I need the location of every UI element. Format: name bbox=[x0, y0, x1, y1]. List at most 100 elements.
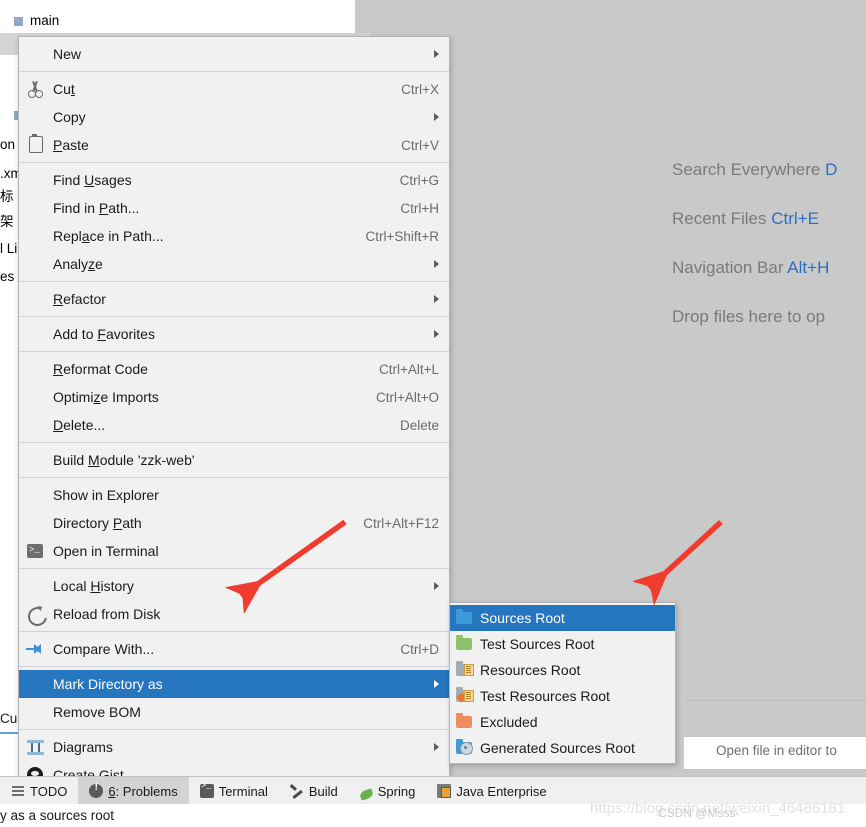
submenu-chevron-icon bbox=[434, 680, 439, 688]
menu-item-label: Copy bbox=[53, 109, 86, 125]
menu-item-label: Find in Path... bbox=[53, 200, 140, 216]
menu-item-local-history[interactable]: Local History bbox=[19, 572, 449, 600]
submenu-item-resources-root[interactable]: Resources Root bbox=[450, 657, 675, 683]
menu-item-find-in-path[interactable]: Find in Path... Ctrl+H bbox=[19, 194, 449, 222]
menu-item-icon-slot bbox=[19, 603, 53, 630]
menu-item-icon-slot bbox=[19, 358, 53, 380]
menu-item-label: Paste bbox=[53, 137, 89, 153]
build-hammer-icon bbox=[290, 784, 304, 798]
menu-item-remove-bom[interactable]: Remove BOM bbox=[19, 698, 449, 726]
menu-item-icon-slot bbox=[19, 736, 53, 758]
menu-item-open-in-terminal[interactable]: Open in Terminal bbox=[19, 537, 449, 565]
submenu-item-label: Resources Root bbox=[480, 662, 581, 678]
menu-item-label: Show in Explorer bbox=[53, 487, 159, 503]
menu-item-optimize-imports[interactable]: Optimize Imports Ctrl+Alt+O bbox=[19, 383, 449, 411]
folder-gray-diamond-lines-icon bbox=[450, 686, 480, 706]
editor-hint-text: Search Everywhere bbox=[672, 160, 826, 179]
tool-window-button-label: Terminal bbox=[218, 783, 268, 799]
java-enterprise-icon bbox=[437, 784, 452, 798]
menu-item-cut[interactable]: Cut Ctrl+X bbox=[19, 75, 449, 103]
tool-window-button-todo[interactable]: TODO bbox=[0, 777, 78, 805]
menu-separator bbox=[19, 568, 449, 569]
screenshot-root: mainjrcton.xm标架l Lies Search Everywhere … bbox=[0, 0, 866, 827]
menu-item-copy[interactable]: Copy bbox=[19, 103, 449, 131]
open-file-hint-text: Open file in editor to bbox=[716, 743, 837, 758]
tool-window-button-terminal[interactable]: Terminal bbox=[189, 777, 279, 805]
submenu-item-test-resources-root[interactable]: Test Resources Root bbox=[450, 683, 675, 709]
menu-item-compare-with[interactable]: Compare With... Ctrl+D bbox=[19, 635, 449, 663]
menu-item-replace-in-path[interactable]: Replace in Path... Ctrl+Shift+R bbox=[19, 222, 449, 250]
menu-item-label: Reformat Code bbox=[53, 361, 148, 377]
folder-green-icon bbox=[450, 634, 480, 654]
editor-placeholder-hints: Search Everywhere D Recent Files Ctrl+E Na… bbox=[672, 160, 866, 356]
menu-item-find-usages[interactable]: Find Usages Ctrl+G bbox=[19, 166, 449, 194]
tool-window-button-build[interactable]: Build bbox=[279, 777, 349, 805]
context-menu[interactable]: New Cut Ctrl+X Copy Paste Ctrl+V Find Usages Ct… bbox=[18, 36, 450, 827]
menu-item-label: Delete... bbox=[53, 417, 106, 433]
menu-item-directory-path[interactable]: Directory Path Ctrl+Alt+F12 bbox=[19, 509, 449, 537]
menu-item-paste[interactable]: Paste Ctrl+V bbox=[19, 131, 449, 159]
menu-item-new[interactable]: New bbox=[19, 40, 449, 68]
submenu-chevron-icon bbox=[434, 582, 439, 590]
menu-item-analyze[interactable]: Analyze bbox=[19, 250, 449, 278]
submenu-chevron-icon bbox=[434, 295, 439, 303]
menu-item-icon-slot bbox=[19, 288, 53, 310]
editor-hint-line: Search Everywhere D bbox=[672, 160, 866, 180]
editor-hint-shortcut: Alt+H bbox=[787, 258, 830, 277]
editor-hint-line: Navigation Bar Alt+H bbox=[672, 258, 866, 278]
menu-separator bbox=[19, 71, 449, 72]
tree-row-label: es bbox=[0, 269, 15, 284]
tool-window-button-java-enterprise[interactable]: Java Enterprise bbox=[426, 777, 557, 805]
menu-item-shortcut: Delete bbox=[399, 417, 439, 433]
submenu-item-generated-sources-root[interactable]: Generated Sources Root bbox=[450, 735, 675, 761]
tool-window-button-label: Java Enterprise bbox=[456, 783, 547, 799]
menu-separator bbox=[19, 281, 449, 282]
menu-item-show-in-explorer[interactable]: Show in Explorer bbox=[19, 481, 449, 509]
folder-orange-icon bbox=[450, 712, 480, 732]
submenu-item-excluded[interactable]: Excluded bbox=[450, 709, 675, 735]
menu-item-label: Open in Terminal bbox=[53, 543, 159, 559]
menu-item-shortcut: Ctrl+Alt+O bbox=[375, 389, 439, 405]
menu-item-refactor[interactable]: Refactor bbox=[19, 285, 449, 313]
menu-item-label: Analyze bbox=[53, 256, 103, 272]
editor-hint-text: Recent Files bbox=[672, 209, 772, 228]
submenu-chevron-icon bbox=[434, 743, 439, 751]
menu-item-icon-slot bbox=[19, 575, 53, 597]
menu-item-icon-slot bbox=[19, 540, 53, 562]
menu-separator bbox=[19, 442, 449, 443]
menu-item-icon-slot bbox=[19, 225, 53, 247]
menu-item-build-module-zzk-web[interactable]: Build Module 'zzk-web' bbox=[19, 446, 449, 474]
editor-hint-shortcut: Ctrl+E bbox=[771, 209, 819, 228]
menu-item-reload-from-disk[interactable]: Reload from Disk bbox=[19, 600, 449, 630]
menu-item-delete[interactable]: Delete... Delete bbox=[19, 411, 449, 439]
menu-item-diagrams[interactable]: Diagrams bbox=[19, 733, 449, 761]
menu-separator bbox=[19, 729, 449, 730]
menu-item-label: Add to Favorites bbox=[53, 326, 155, 342]
menu-item-label: Directory Path bbox=[53, 515, 142, 531]
menu-item-label: Replace in Path... bbox=[53, 228, 164, 244]
menu-item-icon-slot bbox=[19, 414, 53, 436]
menu-item-reformat-code[interactable]: Reformat Code Ctrl+Alt+L bbox=[19, 355, 449, 383]
menu-item-icon-slot bbox=[19, 169, 53, 191]
tool-window-button-label: 6: Problems bbox=[108, 783, 178, 799]
mark-directory-as-submenu[interactable]: Sources Root Test Sources Root Resources R… bbox=[449, 602, 676, 764]
scissors-icon bbox=[27, 81, 44, 98]
menu-item-shortcut: Ctrl+H bbox=[400, 200, 439, 216]
menu-separator bbox=[19, 631, 449, 632]
submenu-chevron-icon bbox=[434, 260, 439, 268]
menu-item-add-to-favorites[interactable]: Add to Favorites bbox=[19, 320, 449, 348]
submenu-item-sources-root[interactable]: Sources Root bbox=[450, 605, 675, 631]
menu-item-label: Find Usages bbox=[53, 172, 132, 188]
tool-window-button-spring[interactable]: Spring bbox=[349, 777, 427, 805]
menu-item-shortcut: Ctrl+Shift+R bbox=[365, 228, 439, 244]
editor-hint-text: Drop files here to op bbox=[672, 307, 826, 326]
menu-item-mark-directory-as[interactable]: Mark Directory as bbox=[19, 670, 449, 698]
tree-row[interactable]: main bbox=[0, 10, 354, 32]
submenu-chevron-icon bbox=[434, 50, 439, 58]
tool-window-button-label: Spring bbox=[377, 783, 416, 799]
tool-window-button-problems[interactable]: 6: Problems bbox=[78, 777, 189, 805]
menu-item-label: Optimize Imports bbox=[53, 389, 159, 405]
folder-blue-icon bbox=[450, 608, 480, 628]
menu-separator bbox=[19, 351, 449, 352]
submenu-item-test-sources-root[interactable]: Test Sources Root bbox=[450, 631, 675, 657]
